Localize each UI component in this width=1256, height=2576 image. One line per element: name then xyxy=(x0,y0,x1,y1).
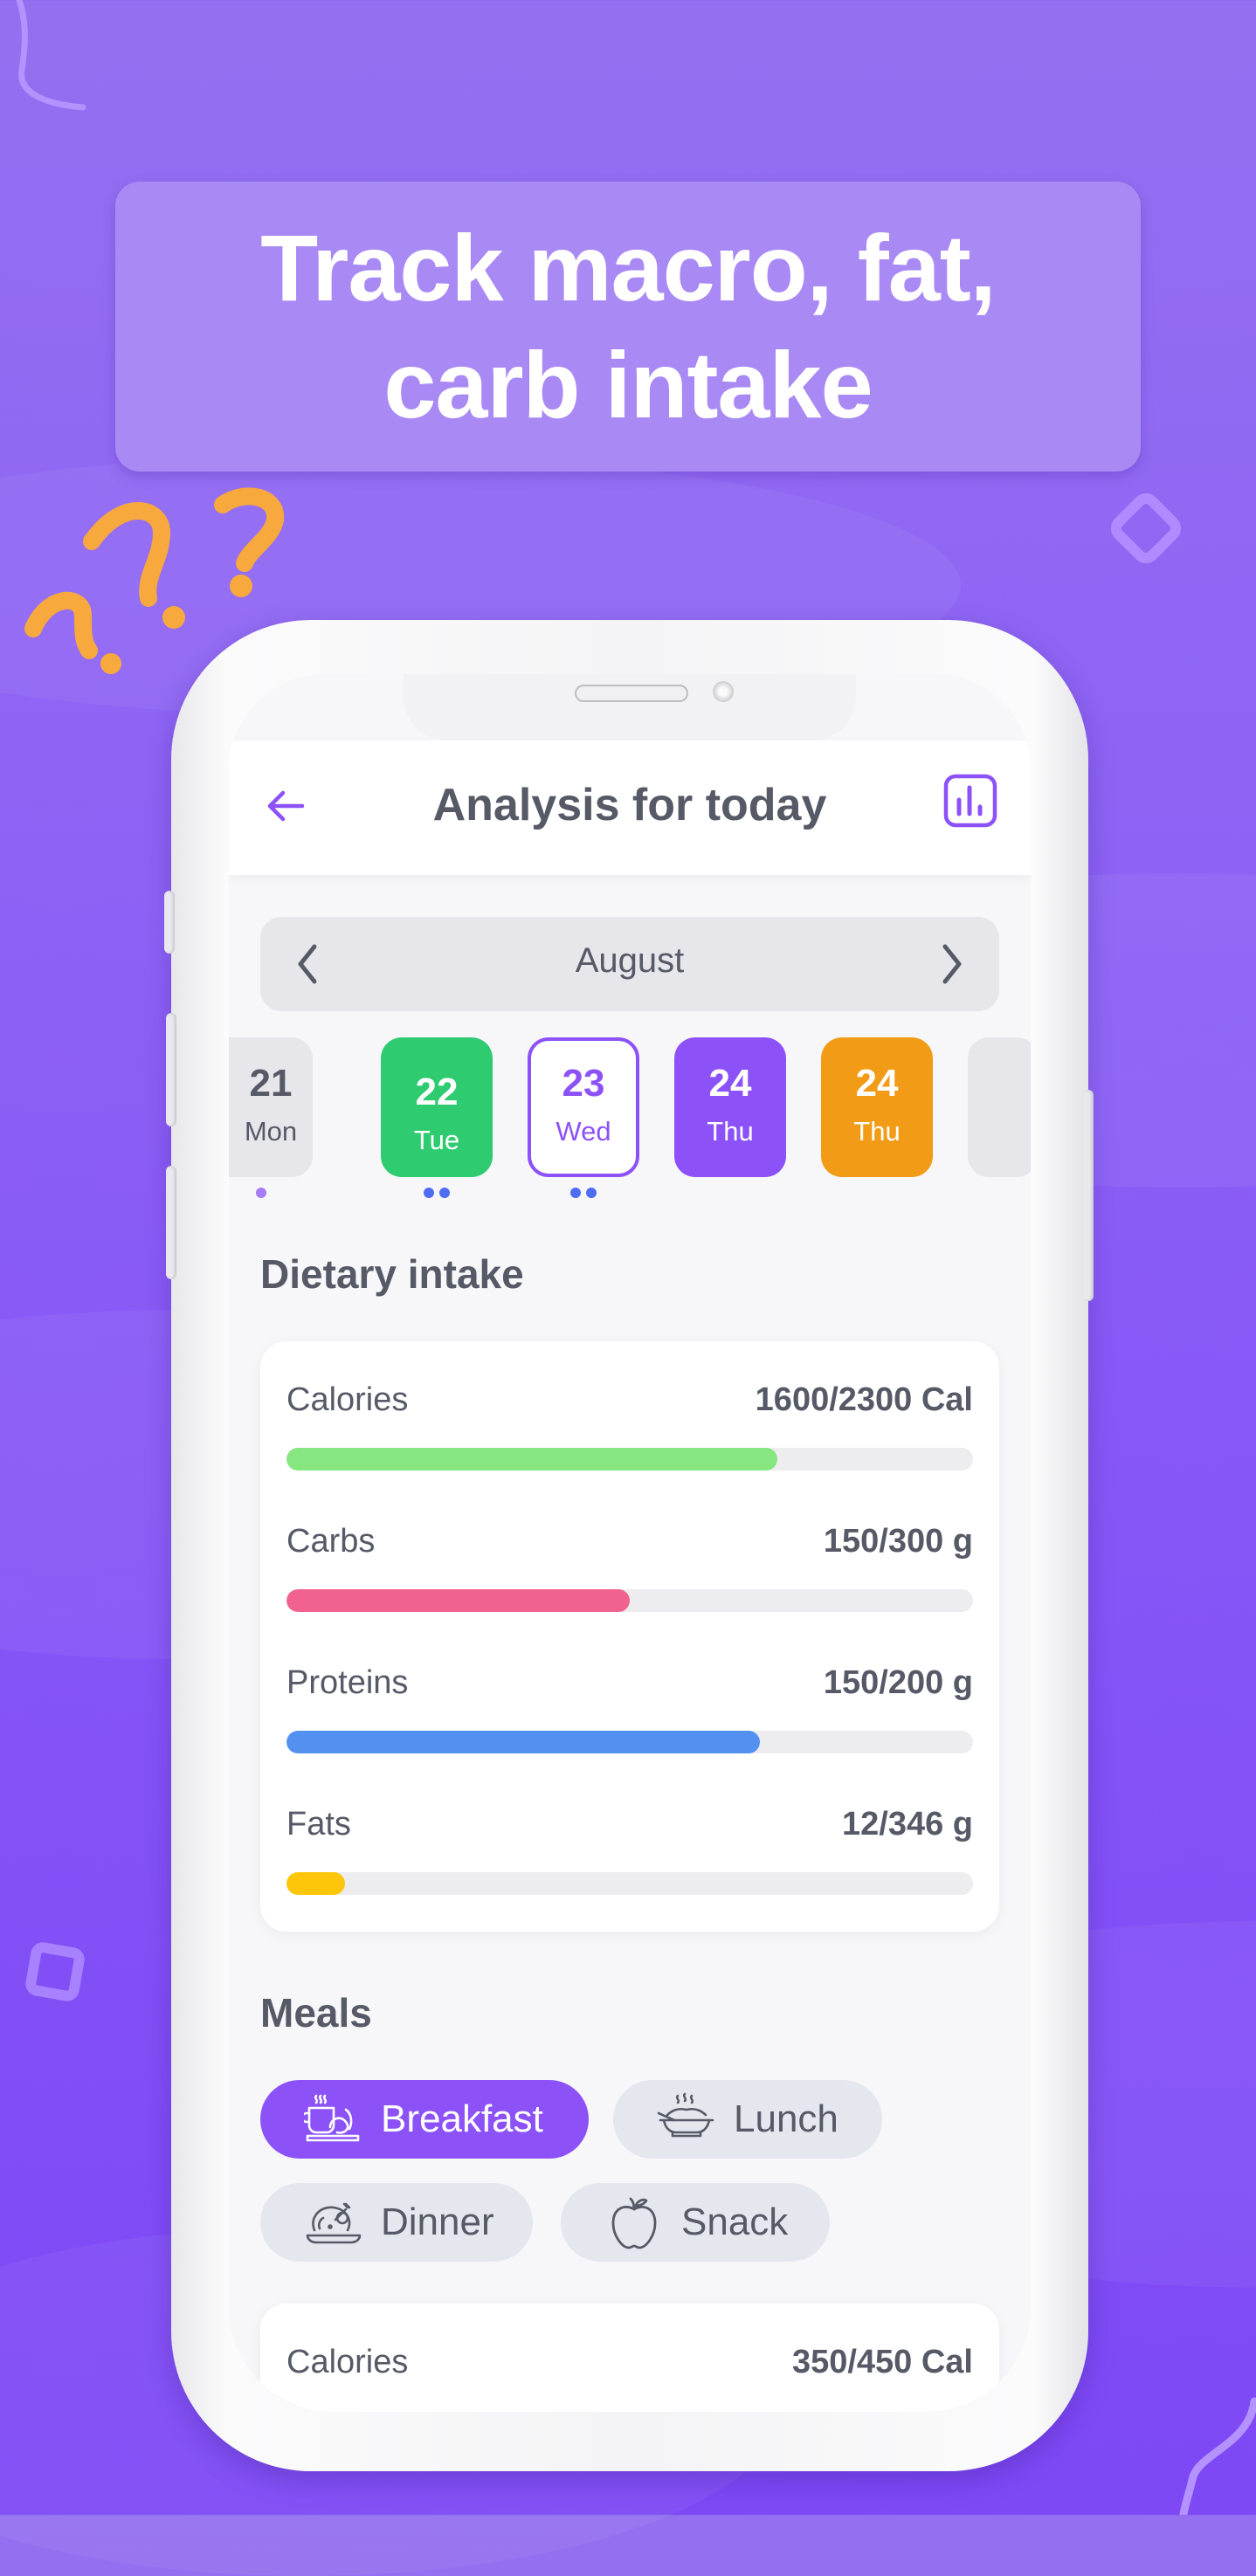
day-name: Wed xyxy=(556,1116,611,1147)
promo-banner: Track macro, fat, carb intake xyxy=(115,182,1141,472)
macro-label: Carbs xyxy=(286,1523,376,1560)
chevron-right-icon[interactable] xyxy=(929,941,973,987)
apple-icon xyxy=(611,2197,657,2249)
event-dot xyxy=(256,1188,266,1198)
diamond-shape xyxy=(1110,492,1182,564)
meal-chip-snack[interactable]: Snack xyxy=(561,2183,830,2262)
speaker-grille xyxy=(575,685,688,702)
app-header: Analysis for today xyxy=(229,740,1031,875)
day-chip-selected[interactable]: 23 Wed xyxy=(528,1037,639,1177)
meal-chip-label: Dinner xyxy=(381,2201,494,2243)
phone-side-button xyxy=(166,1166,176,1279)
front-camera xyxy=(713,681,734,702)
day-number: 21 xyxy=(249,1062,293,1105)
month-label: August xyxy=(575,941,685,980)
meal-chip-breakfast[interactable]: Breakfast xyxy=(260,2080,589,2159)
macro-label: Fats xyxy=(286,1806,351,1842)
day-name: Tue xyxy=(413,1125,460,1155)
macro-value: 1600/2300 Cal xyxy=(755,1381,973,1418)
meal-chip-dinner[interactable]: Dinner xyxy=(260,2183,533,2262)
progress-fill xyxy=(286,1872,345,1895)
macro-row-fats: Fats 12/346 g xyxy=(286,1806,973,1928)
meal-calories-row: Calories 350/450 Cal xyxy=(286,2344,973,2412)
squiggle-line xyxy=(16,0,86,111)
macro-row-proteins: Proteins 150/200 g xyxy=(286,1664,973,1787)
meal-chip-label: Lunch xyxy=(734,2097,838,2140)
day-number: 23 xyxy=(562,1062,605,1105)
day-chip[interactable]: 22 Tue xyxy=(381,1037,493,1177)
meal-summary-card: Calories 350/450 Cal xyxy=(260,2304,999,2412)
progress-track xyxy=(286,1589,973,1612)
macro-label: Calories xyxy=(286,1381,409,1418)
meal-chip-label: Breakfast xyxy=(381,2097,543,2140)
day-chip[interactable]: 21 Mon xyxy=(229,1037,313,1177)
page-title: Analysis for today xyxy=(432,780,827,830)
roast-chicken-icon xyxy=(306,2202,362,2244)
coffee-croissant-icon xyxy=(304,2094,360,2142)
squiggle-line xyxy=(1179,2397,1256,2515)
promo-headline: Track macro, fat, carb intake xyxy=(260,215,996,437)
hot-bowl-icon xyxy=(657,2092,714,2138)
day-name: Thu xyxy=(853,1116,901,1147)
macro-value: 12/346 g xyxy=(842,1806,973,1842)
day-chip-partial[interactable] xyxy=(968,1037,1031,1177)
progress-track xyxy=(286,1448,973,1471)
question-marks-doodle xyxy=(24,487,285,659)
phone-side-button xyxy=(166,1013,176,1126)
day-chip[interactable]: 24 Thu xyxy=(821,1037,933,1177)
macro-label: Proteins xyxy=(286,1664,409,1701)
phone-side-button xyxy=(164,891,175,954)
day-name: Mon xyxy=(244,1116,298,1147)
day-chip[interactable]: 24 Thu xyxy=(674,1037,786,1177)
progress-fill xyxy=(286,1731,761,1753)
progress-fill xyxy=(286,1448,777,1471)
event-dot xyxy=(570,1188,581,1198)
bar-chart-icon[interactable] xyxy=(943,774,997,828)
macro-label: Calories xyxy=(286,2344,409,2380)
square-shape xyxy=(25,1942,85,2001)
macro-value: 350/450 Cal xyxy=(791,2344,973,2380)
event-dot xyxy=(424,1188,434,1198)
meals-title: Meals xyxy=(260,1990,372,2035)
day-number: 24 xyxy=(708,1062,752,1105)
macro-row-calories: Calories 1600/2300 Cal xyxy=(286,1381,973,1504)
app-screen: Analysis for today August 21 Mon 22 Tue … xyxy=(229,674,1031,2412)
day-name: Thu xyxy=(707,1116,754,1147)
dietary-intake-card: Calories 1600/2300 Cal Carbs 150/300 g P… xyxy=(260,1341,999,1932)
macro-row-carbs: Carbs 150/300 g xyxy=(286,1523,973,1645)
meal-chip-label: Snack xyxy=(681,2201,789,2243)
progress-track xyxy=(286,1731,973,1753)
macro-value: 150/300 g xyxy=(823,1523,973,1560)
progress-fill xyxy=(286,1589,630,1612)
day-number: 24 xyxy=(855,1062,899,1105)
phone-notch xyxy=(404,674,856,740)
meal-chip-lunch[interactable]: Lunch xyxy=(613,2080,882,2159)
event-dot xyxy=(586,1188,597,1198)
macro-value: 150/200 g xyxy=(823,1664,973,1701)
month-selector: August xyxy=(260,917,999,1011)
dietary-intake-title: Dietary intake xyxy=(260,1251,524,1297)
phone-side-button xyxy=(1083,1090,1094,1301)
event-dot xyxy=(439,1188,450,1198)
day-number: 22 xyxy=(415,1071,459,1113)
progress-track xyxy=(286,1872,973,1895)
